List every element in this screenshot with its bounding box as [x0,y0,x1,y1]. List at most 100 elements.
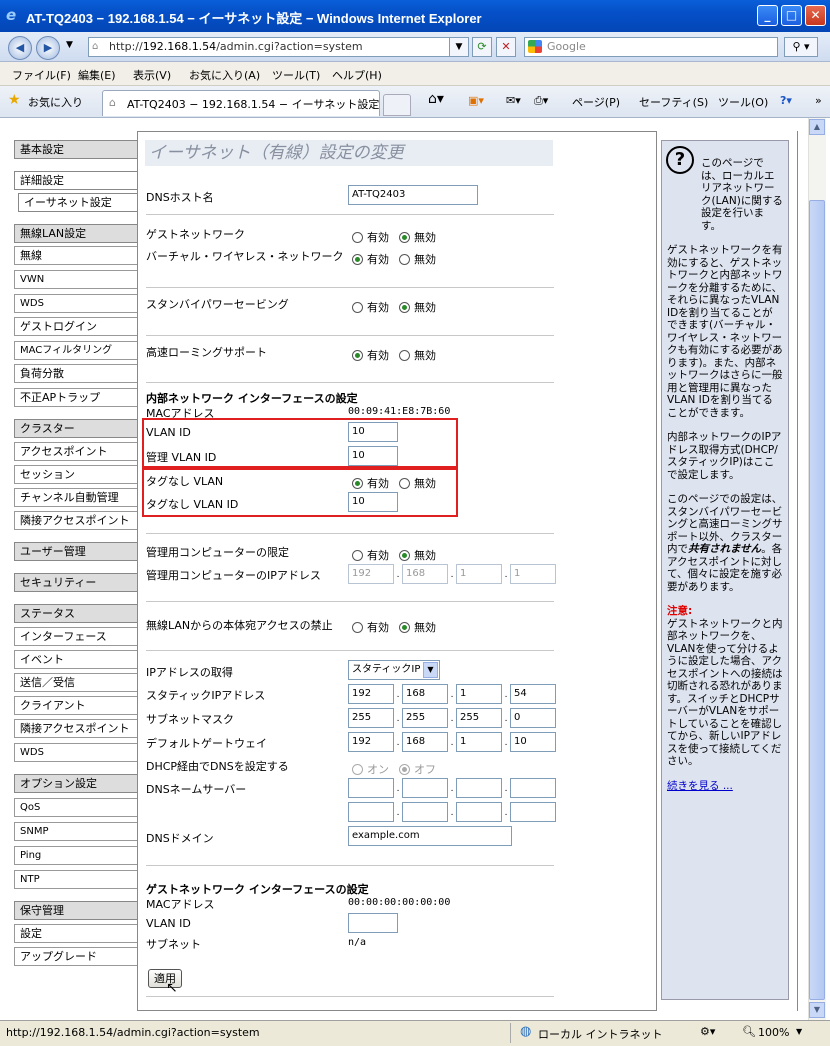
radio-button[interactable] [352,550,363,561]
sidebar-item[interactable]: クラスター [14,419,137,438]
sidebar-item[interactable]: WDS [14,294,137,313]
sidebar-item[interactable]: セッション [14,465,137,484]
radio-on-option[interactable]: 有効 [352,549,389,562]
help-more-link[interactable]: 続きを見る ... [667,780,783,793]
menu-edit[interactable]: 編集(E) [78,67,116,83]
radio-button[interactable] [399,302,410,313]
radio-on-option[interactable]: オン [352,763,389,776]
ip-octet-input[interactable] [510,802,556,822]
sidebar-item[interactable]: ステータス [14,604,137,623]
radio-off-option[interactable]: 無効 [399,231,436,244]
mail-icon[interactable]: ✉▾ [506,94,521,107]
ip-octet-input[interactable]: 0 [510,708,556,728]
vlan-id-input[interactable]: 10 [348,422,398,442]
sidebar-item[interactable]: QoS [14,798,137,817]
ip-octet-input[interactable]: 192 [348,732,394,752]
url-input[interactable]: http://192.168.1.54/admin.cgi?action=sys… [88,37,466,57]
safety-menu[interactable]: セーフティ(S) [639,94,708,110]
dns-domain-input[interactable]: example.com [348,826,512,846]
radio-button[interactable] [352,254,363,265]
address-dropdown-button[interactable]: ▼ [449,37,469,57]
page-menu[interactable]: ページ(P) [572,94,620,110]
chevron-right-icon[interactable]: » [815,94,822,107]
radio-off-option[interactable]: オフ [399,763,436,776]
refresh-icon[interactable]: ⟳ [472,37,492,57]
feeds-icon[interactable]: ▣▾ [468,94,484,107]
ip-octet-input[interactable] [456,802,502,822]
maximize-button[interactable]: □ [781,5,802,26]
sidebar-item[interactable]: チャンネル自動管理 [14,488,137,507]
sidebar-item[interactable]: Ping [14,846,137,865]
menu-help[interactable]: ヘルプ(H) [332,67,382,83]
scroll-up-button[interactable]: ▲ [809,119,825,135]
radio-on-option[interactable]: 有効 [352,477,389,490]
help-icon[interactable]: ?▾ [780,94,792,107]
ip-octet-input[interactable] [402,778,448,798]
menu-favorites[interactable]: お気に入り(A) [189,67,260,83]
sidebar-item[interactable]: SNMP [14,822,137,841]
radio-button[interactable] [399,622,410,633]
sidebar-item[interactable]: 無線 [14,246,137,265]
radio-button[interactable] [352,764,363,775]
search-input[interactable]: Google [524,37,778,57]
radio-button[interactable] [352,622,363,633]
sidebar-item[interactable]: ユーザー管理 [14,542,137,561]
sidebar-item[interactable]: WDS [14,743,137,762]
radio-button[interactable] [399,550,410,561]
radio-button[interactable] [352,232,363,243]
radio-button[interactable] [399,764,410,775]
menu-tools[interactable]: ツール(T) [272,67,320,83]
ip-octet-input[interactable]: 1 [456,732,502,752]
ip-octet-input[interactable]: 168 [402,732,448,752]
menu-view[interactable]: 表示(V) [133,67,171,83]
back-button[interactable]: ◀ [8,36,32,60]
print-icon[interactable]: ⎙▾ [534,94,548,108]
ip-octet-input[interactable]: 192 [348,684,394,704]
menu-file[interactable]: ファイル(F) [12,67,71,83]
ip-octet-input[interactable]: 1 [456,564,502,584]
radio-button[interactable] [399,254,410,265]
sidebar-item[interactable]: 基本設定 [14,140,137,159]
stop-icon[interactable]: ✕ [496,37,516,57]
ip-octet-input[interactable]: 1 [510,564,556,584]
radio-on-option[interactable]: 有効 [352,349,389,362]
radio-button[interactable] [399,232,410,243]
ip-octet-input[interactable]: 255 [402,708,448,728]
home-icon[interactable]: ⌂▾ [428,91,444,107]
ip-octet-input[interactable]: 192 [348,564,394,584]
sidebar-item[interactable]: セキュリティー [14,573,137,592]
dns-host-input[interactable]: AT-TQ2403 [348,185,478,205]
zoom-dropdown-icon[interactable]: ▼ [796,1027,802,1036]
radio-off-option[interactable]: 無効 [399,301,436,314]
sidebar-item[interactable]: 隣接アクセスポイント [14,511,137,530]
guest-vlan-input[interactable] [348,913,398,933]
sidebar-item[interactable]: 設定 [14,924,137,943]
ip-octet-input[interactable]: 168 [402,684,448,704]
sidebar-item[interactable]: 不正APトラップ [14,388,137,407]
sidebar-item[interactable]: NTP [14,870,137,889]
new-tab-button[interactable] [383,94,411,116]
untagged-id-input[interactable]: 10 [348,492,398,512]
sidebar-item[interactable]: 送信／受信 [14,673,137,692]
search-icon[interactable]: ⚲ ▾ [784,37,818,57]
sidebar-item[interactable]: オプション設定 [14,774,137,793]
sidebar-item[interactable]: 詳細設定 [14,171,137,190]
radio-off-option[interactable]: 無効 [399,253,436,266]
ip-octet-input[interactable] [348,802,394,822]
radio-button[interactable] [399,478,410,489]
ip-octet-input[interactable]: 1 [456,684,502,704]
ip-octet-input[interactable] [456,778,502,798]
scroll-down-button[interactable]: ▼ [809,1002,825,1018]
sidebar-item[interactable]: 負荷分散 [14,364,137,383]
radio-button[interactable] [352,302,363,313]
sidebar-item[interactable]: クライアント [14,696,137,715]
ip-octet-input[interactable]: 54 [510,684,556,704]
ip-octet-input[interactable]: 10 [510,732,556,752]
radio-button[interactable] [352,350,363,361]
radio-off-option[interactable]: 無効 [399,349,436,362]
radio-button[interactable] [352,478,363,489]
scrollbar-thumb[interactable] [809,200,825,1000]
ip-octet-input[interactable] [510,778,556,798]
radio-off-option[interactable]: 無効 [399,621,436,634]
favorites-button[interactable]: お気に入り [28,94,83,110]
